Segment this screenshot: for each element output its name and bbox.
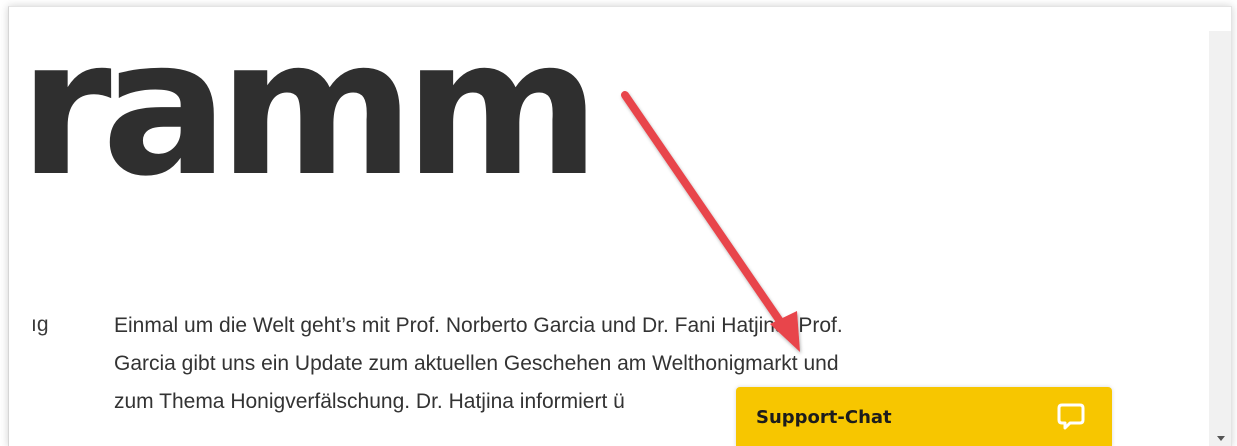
page-title: ramm: [19, 6, 600, 218]
side-label: ıg: [31, 313, 49, 336]
paragraph-line: Garcia gibt uns ein Update zum aktuellen…: [114, 352, 839, 375]
support-chat-label: Support-Chat: [756, 407, 892, 428]
scroll-down-icon[interactable]: [1217, 436, 1225, 441]
paragraph-line: Einmal um die Welt geht’s mit Prof. Norb…: [114, 314, 843, 337]
vertical-scrollbar[interactable]: [1209, 31, 1231, 446]
chat-bubble-icon: [1057, 403, 1085, 430]
browser-viewport: ramm ıg Einmal um die Welt geht’s mit Pr…: [8, 6, 1232, 446]
support-chat-button[interactable]: Support-Chat: [736, 387, 1112, 446]
